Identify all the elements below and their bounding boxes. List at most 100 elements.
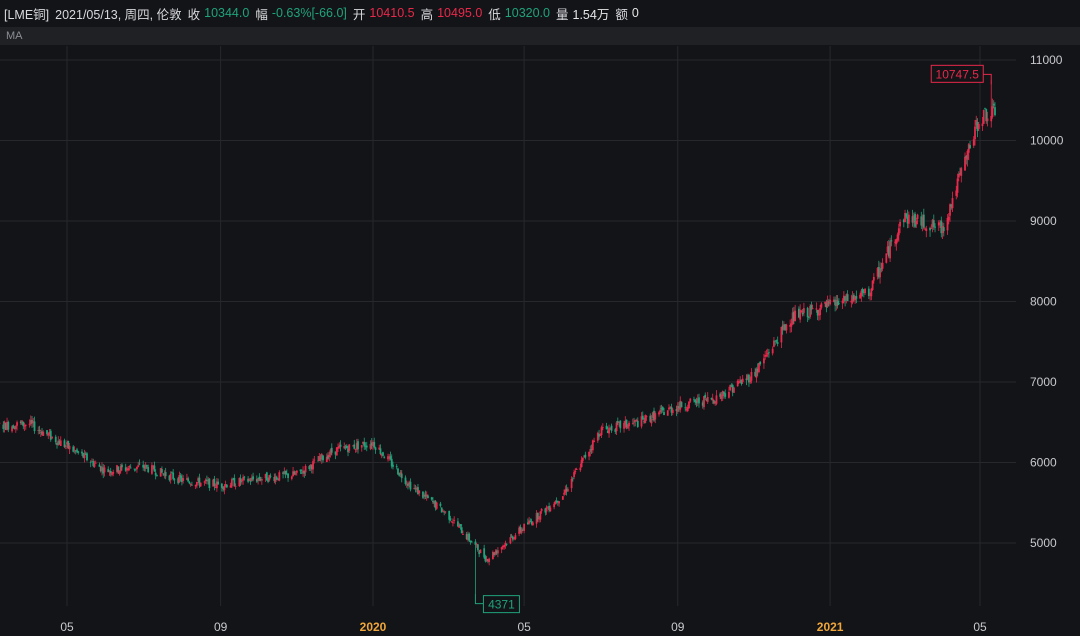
candles: [0, 80, 996, 594]
quote-header: [LME铜] 2021/05/13, 周四, 伦敦 收 10344.0 幅 -0…: [0, 0, 1080, 26]
candle: [610, 423, 613, 433]
y-tick-label: 8000: [1030, 295, 1057, 309]
candle: [379, 444, 382, 456]
candle: [357, 438, 359, 454]
candle: [172, 468, 175, 481]
candle: [523, 523, 526, 534]
candle: [608, 424, 610, 438]
candle: [982, 109, 985, 124]
candle: [729, 384, 732, 392]
candle: [558, 501, 560, 507]
candle: [24, 424, 27, 430]
low-label: 低: [488, 7, 501, 22]
candle: [345, 444, 348, 449]
candle: [374, 446, 377, 454]
candle: [278, 470, 281, 482]
candle: [545, 505, 548, 515]
x-tick-label: 09: [214, 620, 228, 634]
indicator-bar[interactable]: MA: [0, 27, 1080, 45]
candle: [295, 470, 298, 476]
candle: [794, 304, 797, 322]
candle: [353, 439, 356, 450]
candle: [205, 475, 208, 485]
candle: [929, 226, 931, 237]
volume-value: 1.54万: [572, 7, 610, 22]
x-tick-label: 05: [60, 620, 74, 634]
open-value: 10410.5: [369, 6, 415, 20]
candle: [418, 490, 421, 497]
candle: [22, 421, 25, 430]
candle: [322, 454, 324, 463]
candle: [387, 453, 389, 462]
candle: [633, 417, 635, 427]
candle: [492, 550, 494, 560]
candle: [112, 469, 115, 477]
candle: [151, 462, 153, 475]
candle: [86, 452, 88, 462]
ma-indicator-label[interactable]: MA: [6, 30, 23, 42]
candle: [736, 379, 739, 387]
low-value: 10320.0: [504, 6, 550, 20]
candlestick-chart[interactable]: 500060007000800090001000011000 05 09 2020 0…: [0, 46, 1080, 636]
candle: [199, 482, 202, 487]
candle: [409, 478, 412, 492]
candle: [528, 516, 531, 525]
candle: [156, 474, 158, 477]
candle: [103, 464, 106, 477]
candle: [233, 474, 236, 487]
candle: [688, 401, 690, 409]
candle: [182, 475, 185, 484]
candle: [748, 373, 750, 387]
y-tick-label: 11000: [1030, 53, 1063, 67]
candle: [242, 474, 245, 485]
x-tick-label: 09: [671, 620, 685, 634]
candle: [220, 483, 223, 492]
candle: [260, 476, 263, 485]
candle: [38, 425, 41, 434]
volume-label: 量: [555, 7, 569, 22]
candle: [879, 262, 881, 284]
y-tick-label: 5000: [1030, 536, 1057, 550]
symbol-label[interactable]: [LME铜]: [4, 4, 49, 23]
candle: [715, 390, 718, 406]
candle: [360, 444, 363, 452]
candle: [539, 511, 542, 523]
candle: [780, 326, 783, 349]
candle: [881, 258, 884, 272]
candle: [990, 80, 993, 128]
candle: [144, 462, 147, 472]
x-axis: 05 09 2020 05 09 2021 05: [60, 620, 987, 634]
candle: [488, 557, 491, 566]
candle: [566, 486, 569, 492]
candle: [641, 411, 644, 420]
candle: [636, 417, 639, 428]
candle: [596, 431, 599, 443]
candle: [593, 437, 595, 443]
candle: [666, 409, 669, 416]
candle: [698, 393, 700, 408]
candle: [588, 451, 590, 461]
candle: [771, 346, 774, 356]
candle: [806, 306, 809, 323]
candle: [190, 481, 193, 486]
min-price-label: 4371: [488, 598, 515, 612]
candle: [164, 467, 167, 480]
candle: [363, 437, 366, 450]
candle: [724, 389, 727, 399]
candle: [187, 476, 190, 483]
candle: [83, 449, 86, 463]
candle: [605, 422, 608, 430]
candle: [7, 420, 10, 433]
candle: [985, 108, 988, 124]
candle: [960, 166, 963, 183]
candle: [477, 543, 479, 552]
candle: [829, 295, 832, 306]
candle: [496, 547, 499, 558]
candle: [59, 436, 62, 447]
candle: [951, 191, 954, 213]
candle: [799, 304, 802, 323]
candle: [203, 480, 206, 486]
candle: [365, 441, 368, 452]
candle: [49, 429, 52, 442]
candle: [561, 495, 564, 501]
